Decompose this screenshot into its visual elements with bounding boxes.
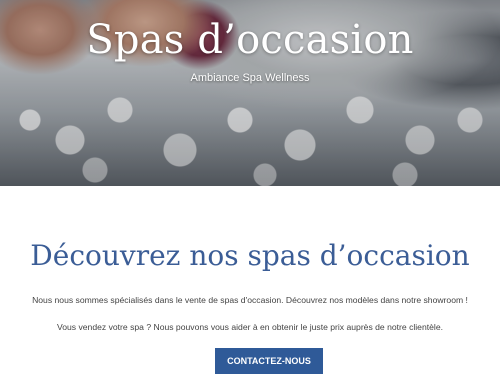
section-heading: Découvrez nos spas d’occasion <box>30 239 470 272</box>
main-content: Découvrez nos spas d’occasion Nous nous … <box>0 186 500 383</box>
contact-button[interactable]: CONTACTEZ-NOUS <box>215 348 323 374</box>
page-title: Spas d’occasion <box>86 17 414 63</box>
page-subtitle: Ambiance Spa Wellness <box>190 72 310 84</box>
intro-paragraph: Nous nous sommes spécialisés dans le ven… <box>32 295 468 305</box>
sell-paragraph: Vous vendez votre spa ? Nous pouvons vou… <box>56 322 443 332</box>
hero-banner: Spas d’occasion Ambiance Spa Wellness <box>0 0 500 186</box>
